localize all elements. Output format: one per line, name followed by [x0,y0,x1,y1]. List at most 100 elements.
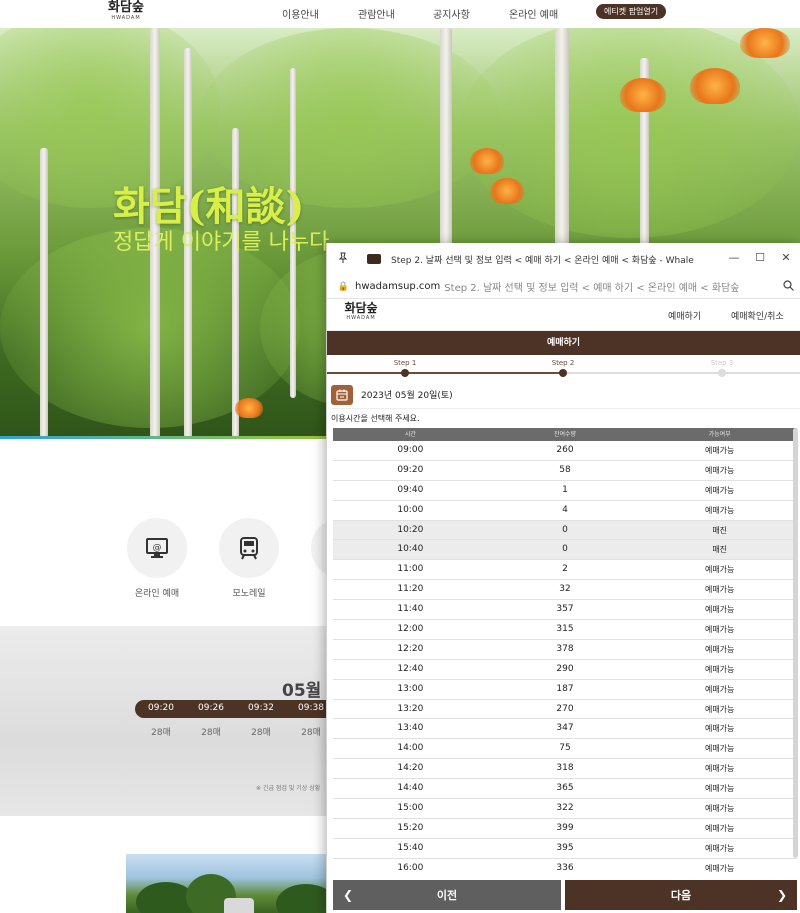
cell-remaining: 322 [556,803,574,814]
cell-status: 예매가능 [704,585,735,595]
table-row[interactable]: 14:00 75 예매가능 [333,739,797,760]
table-row[interactable]: 13:40 347 예매가능 [333,719,797,740]
site-favicon-icon [367,254,381,264]
cell-remaining: 0 [562,524,568,535]
popup-header: 화담숲 HWADAM 예매하기 예매확인/취소 [327,299,800,331]
table-row[interactable]: 12:40 290 예매가능 [333,659,797,680]
cell-status: 예매가능 [704,804,735,814]
etiquette-popup-button[interactable]: 에티켓 팝업열기 [596,4,667,19]
chevron-left-icon: ❮ [343,888,354,902]
page-title-banner: 예매하기 [327,331,800,355]
window-title: Step 2. 날짜 선택 및 정보 입력 < 예매 하기 < 온라인 예매 <… [391,255,694,266]
instruction-text: 이용시간을 선택해 주세요. [331,414,420,423]
cell-remaining: 75 [559,743,571,754]
maximize-icon[interactable]: ☐ [753,251,767,264]
cell-time: 12:40 [397,663,424,674]
table-row[interactable]: 15:00 322 예매가능 [333,799,797,819]
step-indicator: Step 1 Step 2 Step 3 [327,355,800,381]
cell-remaining: 1 [562,484,568,495]
pin-icon[interactable] [327,252,359,267]
address-bar[interactable]: 🔒 hwadamsup.com Step 2. 날짜 선택 및 정보 입력 < … [327,275,800,299]
nav-notice[interactable]: 공지사항 [433,6,470,21]
cell-time: 10:40 [397,544,424,555]
table-row[interactable]: 11:00 2 예매가능 [333,560,797,581]
chevron-right-icon: ❯ [776,888,787,902]
cell-time: 11:20 [397,584,424,595]
quick-link-monorail[interactable]: 모노레일 [219,518,279,599]
table-row[interactable]: 11:40 357 예매가능 [333,600,797,621]
cell-status: 예매가능 [704,565,735,575]
cell-remaining: 365 [556,783,574,794]
table-row[interactable]: 12:20 378 예매가능 [333,639,797,660]
table-row: 10:20 0 매진 [333,520,797,541]
table-row: 10:40 0 매진 [333,540,797,561]
cell-remaining: 378 [556,643,574,654]
table-row[interactable]: 16:00 336 예매가능 [333,858,797,879]
cell-remaining: 260 [556,445,574,455]
cell-status: 매진 [712,525,728,535]
cell-remaining: 0 [562,544,568,555]
cell-time: 09:20 [397,464,424,475]
cell-time: 12:00 [397,624,424,635]
cell-status: 예매가능 [704,823,735,833]
cell-remaining: 357 [556,604,574,615]
step-2-label: Step 2 [551,359,575,367]
nav-confirm-cancel[interactable]: 예매확인/취소 [731,309,784,322]
close-icon[interactable]: ✕ [779,251,793,264]
cell-time: 16:00 [397,862,424,873]
step-3-label: Step 3 [710,359,734,367]
nav-usage-info[interactable]: 이용안내 [282,6,319,21]
cell-time: 13:40 [397,723,424,734]
cell-status: 예매가능 [704,485,735,495]
table-row[interactable]: 10:00 4 예매가능 [333,500,797,521]
zoom-icon[interactable] [783,280,794,294]
cell-time: 09:40 [397,484,424,495]
prev-button[interactable]: ❮ 이전 [333,880,561,910]
selected-date: 2023년 05월 20일(토) [361,391,453,401]
table-row[interactable]: 14:20 318 예매가능 [333,759,797,780]
cell-remaining: 4 [562,504,568,515]
table-row[interactable]: 13:20 270 예매가능 [333,699,797,720]
table-row[interactable]: 15:40 395 예매가능 [333,838,797,859]
cell-status: 예매가능 [704,744,735,754]
minimize-icon[interactable]: — [727,251,741,264]
table-row[interactable]: 14:40 365 예매가능 [333,779,797,800]
cell-time: 10:20 [397,524,424,535]
next-button[interactable]: 다음 ❯ [565,880,797,910]
time-slot-table: 시간 잔여수량 가능여부 09:00 260 예매가능 09:20 58 예매가능 09:4… [333,428,797,879]
table-scrollbar[interactable] [793,428,798,858]
calendar-icon[interactable] [331,384,353,405]
cell-status: 예매가능 [704,863,735,873]
table-row[interactable]: 15:20 399 예매가능 [333,818,797,839]
quick-link-online-reservation[interactable]: @ 온라인 예매 [127,518,187,599]
site-logo[interactable]: 화담숲 HWADAM [104,0,148,21]
popup-logo[interactable]: 화담숲 HWADAM [341,301,381,321]
table-row[interactable]: 11:20 32 예매가능 [333,580,797,601]
url-host: hwadamsup.com [355,281,441,292]
table-row[interactable]: 13:00 187 예매가능 [333,679,797,700]
nav-online-reservation[interactable]: 온라인 예매 [509,6,558,21]
cell-time: 12:20 [397,643,424,654]
cell-time: 15:20 [397,822,424,833]
cell-status: 예매가능 [704,704,735,714]
table-row[interactable]: 12:00 315 예매가능 [333,620,797,640]
cell-status: 예매가능 [704,784,735,794]
window-titlebar: Step 2. 날짜 선택 및 정보 입력 < 예매 하기 < 온라인 예매 <… [327,243,800,275]
svg-text:@: @ [153,543,162,553]
selected-date-row[interactable]: 2023년 05월 20일(토) [331,381,800,409]
nav-reserve[interactable]: 예매하기 [668,309,701,322]
table-row[interactable]: 09:40 1 예매가능 [333,480,797,501]
table-row[interactable]: 09:00 260 예매가능 [333,441,797,461]
url-path: Step 2. 날짜 선택 및 정보 입력 < 예매 하기 < 온라인 예매 <… [444,283,740,294]
table-row[interactable]: 09:20 58 예매가능 [333,460,797,481]
cell-time: 13:00 [397,683,424,694]
cell-status: 예매가능 [704,664,735,674]
cell-status: 예매가능 [704,465,735,475]
cell-remaining: 58 [559,464,571,475]
monorail-icon [219,518,279,578]
cell-status: 예매가능 [704,446,735,455]
cell-status: 예매가능 [704,625,735,635]
table-header: 시간 잔여수량 가능여부 [333,428,797,441]
cell-remaining: 395 [556,842,574,853]
nav-visit-info[interactable]: 관람안내 [358,6,395,21]
